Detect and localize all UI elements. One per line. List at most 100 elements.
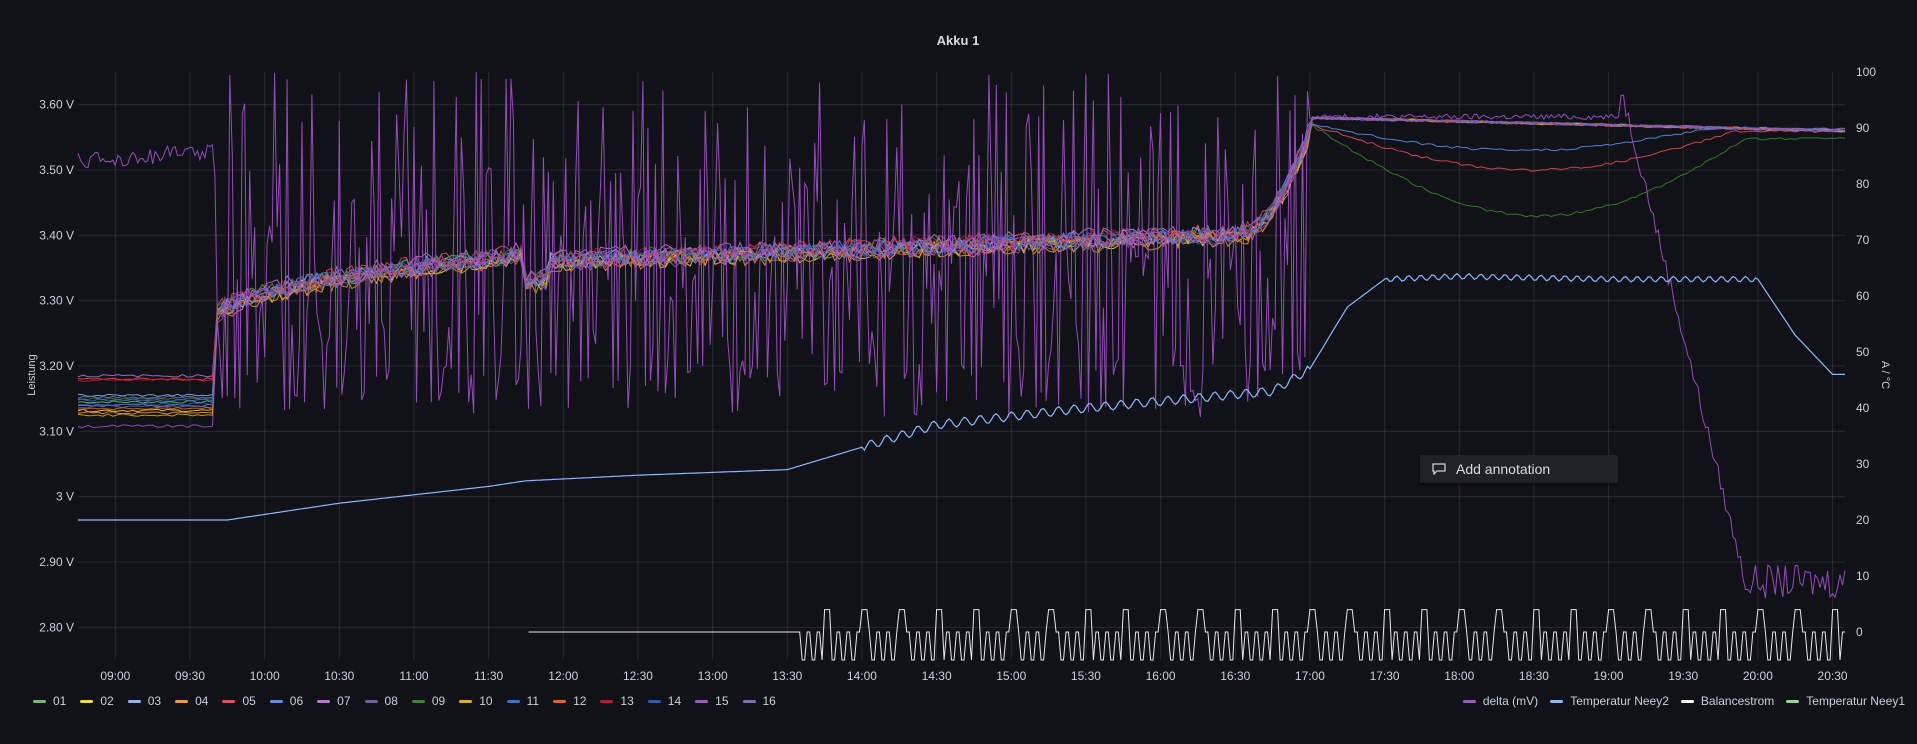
legend-label: 16 bbox=[762, 694, 776, 708]
x-tick-label: 16:30 bbox=[1220, 669, 1250, 683]
x-tick-label: 14:30 bbox=[922, 669, 952, 683]
legend-swatch bbox=[695, 699, 709, 703]
legend-item[interactable]: Temperatur Neey1 bbox=[1786, 694, 1905, 708]
x-tick-label: 09:30 bbox=[175, 669, 205, 683]
legend-item[interactable]: 11 bbox=[506, 694, 540, 708]
y-left-tick-label: 3.30 V bbox=[39, 294, 74, 308]
x-tick-label: 11:00 bbox=[399, 669, 428, 683]
legend-swatch bbox=[269, 699, 283, 703]
legend-swatch bbox=[175, 699, 189, 703]
legend-item[interactable]: 15 bbox=[695, 694, 729, 708]
x-tick-label: 20:30 bbox=[1818, 669, 1848, 683]
y-right-axis: 1009080706050403020100 bbox=[1856, 65, 1876, 639]
legend-swatch bbox=[80, 699, 94, 703]
legend-item[interactable]: 05 bbox=[222, 694, 256, 708]
comment-icon bbox=[1432, 463, 1446, 475]
legend-swatch bbox=[317, 699, 331, 703]
legend-item[interactable]: 14 bbox=[647, 694, 682, 708]
y-right-tick-label: 10 bbox=[1856, 569, 1870, 583]
legend-swatch bbox=[553, 699, 567, 703]
x-tick-label: 09:00 bbox=[100, 669, 130, 683]
legend-label: 06 bbox=[289, 694, 304, 708]
x-tick-label: 15:30 bbox=[1071, 669, 1101, 683]
legend-item[interactable]: 02 bbox=[80, 694, 114, 708]
legend-item[interactable]: 10 bbox=[459, 694, 493, 708]
legend-item[interactable]: 04 bbox=[175, 694, 208, 708]
legend-item[interactable]: 07 bbox=[317, 694, 351, 708]
legend-label: 11 bbox=[526, 694, 540, 708]
y-right-axis-label: A / °C bbox=[1879, 361, 1891, 389]
y-left-tick-label: 3 V bbox=[56, 490, 74, 504]
cell-line-04 bbox=[77, 116, 1846, 415]
legend-label: 15 bbox=[715, 694, 729, 708]
cell-line-02 bbox=[77, 116, 1846, 413]
legend-label: 12 bbox=[573, 694, 587, 708]
legend-label: 01 bbox=[53, 694, 67, 708]
legend-swatch bbox=[127, 699, 141, 703]
y-right-tick-label: 0 bbox=[1856, 625, 1863, 639]
y-left-axis: 3.60 V 3.50 V 3.40 V 3.30 V 3.20 V 3.10 V 3 V 2… bbox=[39, 98, 74, 635]
legend-label: delta (mV) bbox=[1482, 694, 1539, 708]
x-tick-label: 13:00 bbox=[698, 669, 728, 683]
legend-label: 09 bbox=[431, 694, 446, 708]
y-left-tick-label: 3.60 V bbox=[39, 98, 74, 112]
y-right-tick-label: 30 bbox=[1856, 457, 1870, 471]
legend-item[interactable]: 09 bbox=[411, 694, 446, 708]
x-tick-label: 10:30 bbox=[324, 669, 354, 683]
y-right-tick-label: 80 bbox=[1856, 177, 1870, 191]
legend-item[interactable]: Balancestrom bbox=[1680, 694, 1775, 708]
y-right-tick-label: 100 bbox=[1856, 65, 1876, 79]
legend-item[interactable]: 12 bbox=[553, 694, 586, 708]
y-right-tick-label: 20 bbox=[1856, 513, 1870, 527]
legend-item[interactable]: delta (mV) bbox=[1462, 694, 1539, 708]
x-tick-label: 10:00 bbox=[250, 669, 280, 683]
legend-label: 02 bbox=[100, 694, 114, 708]
legend-swatch bbox=[459, 699, 473, 703]
x-tick-label: 11:30 bbox=[474, 669, 503, 683]
cell-line-10 bbox=[77, 117, 1846, 417]
add-annotation-button[interactable]: Add annotation bbox=[1420, 455, 1618, 483]
legend-swatch bbox=[33, 699, 46, 703]
x-tick-label: 12:00 bbox=[548, 669, 578, 683]
legend-item[interactable]: 08 bbox=[364, 694, 398, 708]
x-tick-label: 15:00 bbox=[996, 669, 1026, 683]
x-tick-label: 18:00 bbox=[1444, 669, 1474, 683]
legend-item[interactable]: 06 bbox=[269, 694, 304, 708]
legend-label: 08 bbox=[384, 694, 398, 708]
add-annotation-label: Add annotation bbox=[1456, 461, 1551, 477]
y-left-tick-label: 3.20 V bbox=[39, 359, 74, 373]
legend-item[interactable]: 01 bbox=[33, 694, 66, 708]
legend-label: 14 bbox=[667, 694, 682, 708]
legend-label: 05 bbox=[242, 694, 256, 708]
y-left-tick-label: 3.50 V bbox=[39, 163, 74, 177]
legend-swatch bbox=[647, 699, 661, 703]
legend-item[interactable]: Temperatur Neey2 bbox=[1550, 694, 1669, 708]
legend-swatch bbox=[364, 699, 378, 703]
legend-label: 13 bbox=[620, 694, 634, 708]
legend-label: 10 bbox=[479, 694, 493, 708]
legend-item[interactable]: 16 bbox=[742, 694, 776, 708]
x-tick-label: 14:00 bbox=[847, 669, 877, 683]
x-tick-label: 16:00 bbox=[1146, 669, 1176, 683]
legend-swatch bbox=[411, 699, 425, 703]
y-right-tick-label: 50 bbox=[1856, 345, 1870, 359]
y-left-tick-label: 3.40 V bbox=[39, 228, 74, 242]
legend-item[interactable]: 03 bbox=[127, 694, 161, 708]
y-left-tick-label: 3.10 V bbox=[39, 424, 74, 438]
temperatur-neey2-line bbox=[78, 272, 1845, 521]
grid-lines bbox=[78, 72, 1845, 660]
chart-canvas: Akku 1 3.60 V 3.50 V 3.40 V 3.30 V 3.20 V 3.1… bbox=[26, 33, 1891, 683]
x-tick-label: 19:00 bbox=[1594, 669, 1624, 683]
y-right-tick-label: 90 bbox=[1856, 121, 1870, 135]
x-tick-label: 13:30 bbox=[772, 669, 802, 683]
legend-label: 04 bbox=[195, 694, 209, 708]
y-right-tick-label: 40 bbox=[1856, 401, 1870, 415]
y-left-tick-label: 2.90 V bbox=[39, 555, 74, 569]
x-tick-label: 18:30 bbox=[1519, 669, 1549, 683]
legend-swatch bbox=[222, 699, 236, 703]
legend-label: Balancestrom bbox=[1700, 694, 1775, 708]
legend-label: Temperatur Neey2 bbox=[1570, 694, 1669, 708]
legend-item[interactable]: 13 bbox=[600, 694, 634, 708]
x-tick-label: 20:00 bbox=[1743, 669, 1773, 683]
balancestrom-line bbox=[528, 609, 1845, 661]
